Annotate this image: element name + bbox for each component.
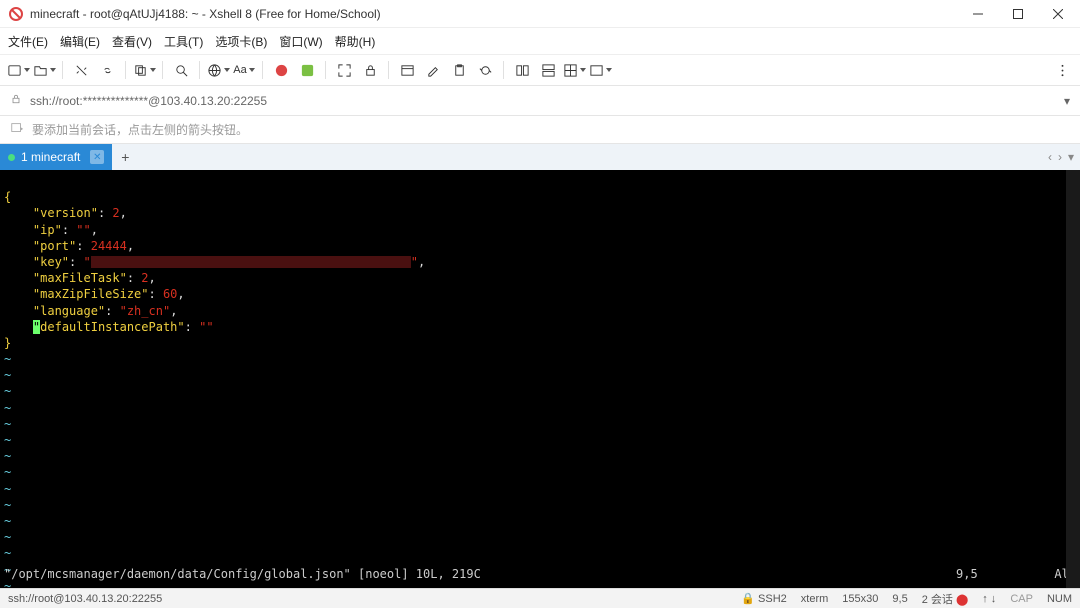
lock-button[interactable]: [358, 58, 382, 82]
redacted-key: [91, 256, 411, 268]
tab-next-button[interactable]: ›: [1058, 150, 1062, 164]
vim-tilde: ~: [4, 465, 11, 479]
lock-icon: [10, 93, 22, 108]
separator: [199, 61, 200, 79]
separator: [262, 61, 263, 79]
add-tab-button[interactable]: +: [112, 144, 138, 170]
more-button[interactable]: [1050, 58, 1074, 82]
json-brace-open: {: [4, 190, 11, 204]
window-title: minecraft - root@qAtUJj4188: ~ - Xshell …: [30, 7, 958, 21]
vim-tilde: ~: [4, 352, 11, 366]
vim-tilde: ~: [4, 433, 11, 447]
address-url: ssh://root:**************@103.40.13.20:2…: [30, 94, 1056, 108]
menu-window[interactable]: 窗口(W): [279, 33, 322, 50]
vim-tilde: ~: [4, 401, 11, 415]
json-brace-close: }: [4, 336, 11, 350]
address-bar[interactable]: ssh://root:**************@103.40.13.20:2…: [0, 86, 1080, 116]
tab-dropdown-button[interactable]: ▾: [1068, 150, 1074, 164]
font-button[interactable]: Aa: [232, 58, 256, 82]
vim-tilde: ~: [4, 417, 11, 431]
menu-bar: 文件(E) 编辑(E) 查看(V) 工具(T) 选项卡(B) 窗口(W) 帮助(…: [0, 28, 1080, 54]
highlight-button[interactable]: [421, 58, 445, 82]
tab-label: 1 minecraft: [21, 150, 80, 164]
separator: [62, 61, 63, 79]
sync-button[interactable]: [473, 58, 497, 82]
vim-filename: "/opt/mcsmanager/daemon/data/Config/glob…: [4, 566, 956, 582]
reconnect-button[interactable]: [95, 58, 119, 82]
status-sessions: 2 会话 ⬤: [922, 591, 969, 607]
vim-status-line: "/opt/mcsmanager/daemon/data/Config/glob…: [4, 566, 1076, 582]
separator: [125, 61, 126, 79]
menu-file[interactable]: 文件(E): [8, 33, 48, 50]
tab-prev-button[interactable]: ‹: [1048, 150, 1052, 164]
status-num: NUM: [1047, 593, 1072, 605]
status-ssh: 🔒 SSH2: [741, 592, 787, 605]
separator: [162, 61, 163, 79]
vim-tilde: ~: [4, 384, 11, 398]
clipboard-button[interactable]: [447, 58, 471, 82]
layout-button[interactable]: [562, 58, 586, 82]
menu-tools[interactable]: 工具(T): [164, 33, 203, 50]
vim-position: 9,5: [956, 566, 1036, 582]
view-button[interactable]: [588, 58, 612, 82]
menu-view[interactable]: 查看(V): [112, 33, 152, 50]
vim-tilde: ~: [4, 449, 11, 463]
app-icon: [8, 6, 24, 22]
separator: [503, 61, 504, 79]
maximize-button[interactable]: [998, 0, 1038, 28]
hint-text: 要添加当前会话，点击左侧的箭头按钮。: [32, 121, 248, 138]
fullscreen-button[interactable]: [332, 58, 356, 82]
minimize-button[interactable]: [958, 0, 998, 28]
status-cap: CAP: [1010, 593, 1033, 605]
search-button[interactable]: [169, 58, 193, 82]
status-cursor: 9,5: [892, 593, 907, 605]
separator: [388, 61, 389, 79]
disconnect-button[interactable]: [69, 58, 93, 82]
tile-v-button[interactable]: [536, 58, 560, 82]
green-badge-icon[interactable]: [295, 58, 319, 82]
tile-h-button[interactable]: [510, 58, 534, 82]
status-bar: ssh://root@103.40.13.20:22255 🔒 SSH2 xte…: [0, 588, 1080, 608]
encoding-button[interactable]: [206, 58, 230, 82]
separator: [325, 61, 326, 79]
menu-tab[interactable]: 选项卡(B): [215, 33, 267, 50]
hint-bar: 要添加当前会话，点击左侧的箭头按钮。: [0, 116, 1080, 144]
vim-tilde: ~: [4, 546, 11, 560]
close-button[interactable]: [1038, 0, 1078, 28]
status-size: 155x30: [842, 593, 878, 605]
chevron-down-icon[interactable]: ▾: [1064, 94, 1070, 108]
xshell-icon[interactable]: [269, 58, 293, 82]
tab-nav: ‹ › ▾: [1048, 144, 1074, 170]
status-arrows[interactable]: ↑ ↓: [982, 593, 996, 605]
status-termtype: xterm: [801, 593, 829, 605]
terminal-scrollbar[interactable]: [1066, 170, 1080, 588]
window-titlebar: minecraft - root@qAtUJj4188: ~ - Xshell …: [0, 0, 1080, 28]
copy-button[interactable]: [132, 58, 156, 82]
vim-tilde: ~: [4, 530, 11, 544]
vim-tilde: ~: [4, 368, 11, 382]
arrow-icon[interactable]: [10, 121, 24, 138]
new-session-button[interactable]: [6, 58, 30, 82]
status-connection: ssh://root@103.40.13.20:22255: [8, 593, 727, 605]
tab-close-button[interactable]: ✕: [90, 150, 104, 164]
toolbar: Aa: [0, 54, 1080, 86]
vim-tilde: ~: [4, 514, 11, 528]
session-tabs: 1 minecraft ✕ + ‹ › ▾: [0, 144, 1080, 170]
status-dot-icon: [8, 154, 15, 161]
open-button[interactable]: [32, 58, 56, 82]
vim-tilde: ~: [4, 498, 11, 512]
vim-tilde: ~: [4, 482, 11, 496]
menu-edit[interactable]: 编辑(E): [60, 33, 100, 50]
calendar-button[interactable]: [395, 58, 419, 82]
terminal[interactable]: { "version": 2, "ip": "", "port": 24444,…: [0, 170, 1080, 588]
menu-help[interactable]: 帮助(H): [335, 33, 376, 50]
tab-minecraft[interactable]: 1 minecraft ✕: [0, 144, 112, 170]
